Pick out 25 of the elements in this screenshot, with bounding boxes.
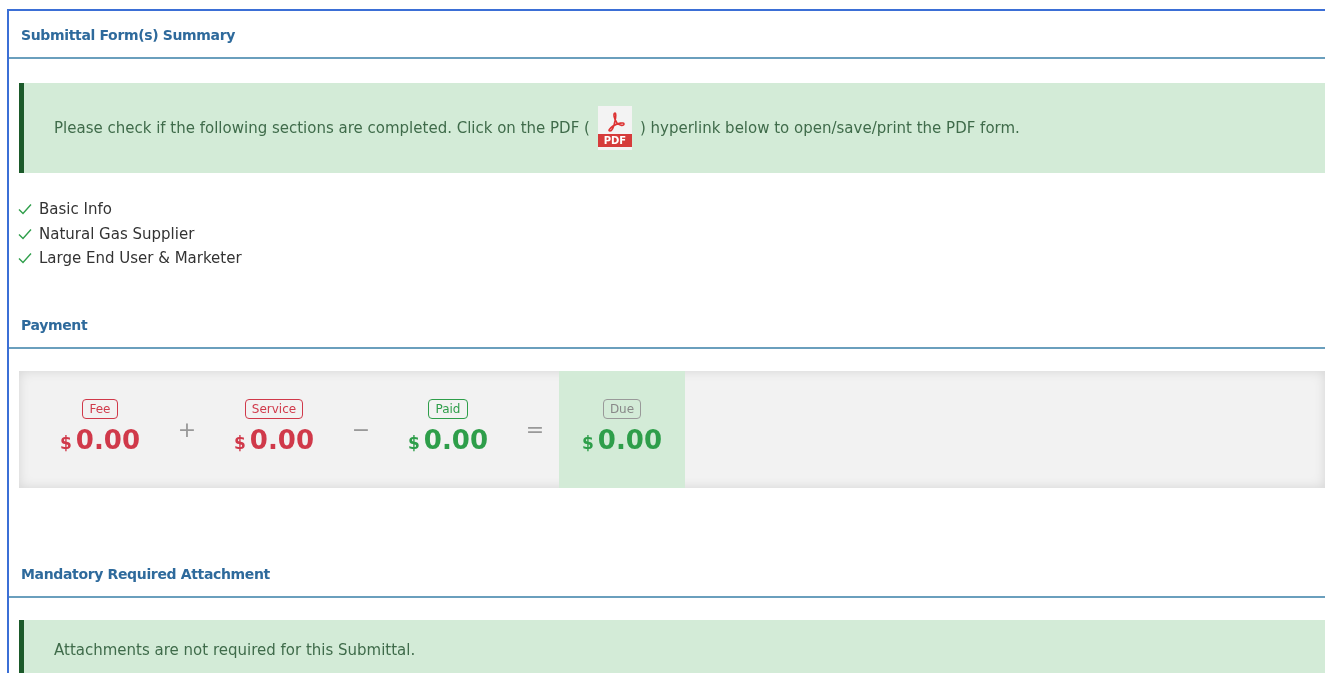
- amount-value: 0.00: [75, 423, 140, 457]
- alert-message: Attachments are not required for this Submittal.: [54, 640, 416, 662]
- operator-symbol: −: [350, 415, 372, 444]
- currency-symbol: $: [408, 431, 420, 455]
- alert-message: ) hyperlink below to open/save/print the PDF form.: [639, 117, 1020, 139]
- section-title: Mandatory Required Attachment: [21, 565, 270, 582]
- amount-label: Service: [244, 398, 304, 419]
- operator-symbol: =: [524, 415, 546, 444]
- section-title: Payment: [21, 316, 88, 333]
- section-label: Large End User & Marketer: [39, 248, 242, 269]
- amount-label: Paid: [428, 398, 468, 419]
- currency-symbol: $: [582, 431, 594, 455]
- amount-value: 0.00: [249, 423, 314, 457]
- section-title: Submittal Form(s) Summary: [21, 27, 236, 43]
- pdf-icon[interactable]: PDF: [597, 106, 632, 150]
- section-label: Natural Gas Supplier: [39, 223, 195, 245]
- amount-label: Fee: [82, 398, 118, 419]
- operator-symbol: +: [176, 415, 198, 444]
- currency-symbol: $: [234, 431, 246, 455]
- alert-message: Please check if the following sections are completed. Click on the PDF (: [54, 117, 590, 139]
- section-label: Basic Info: [39, 199, 112, 220]
- amount-label: Due: [602, 398, 642, 419]
- amount-value: 0.00: [597, 423, 662, 457]
- currency-symbol: $: [60, 431, 72, 455]
- amount-value: 0.00: [423, 423, 488, 457]
